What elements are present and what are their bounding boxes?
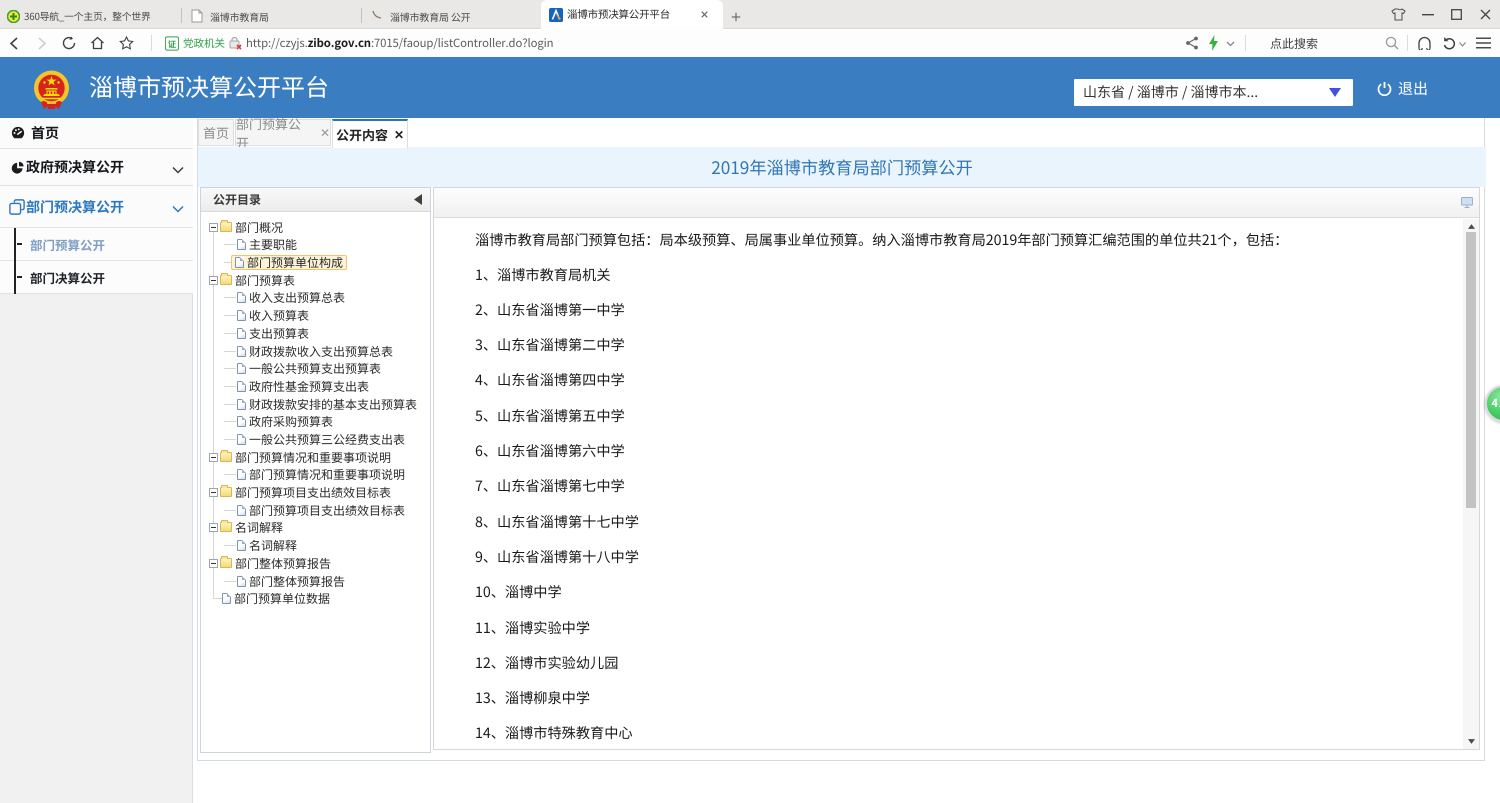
svg-text:证: 证 [168,38,177,50]
